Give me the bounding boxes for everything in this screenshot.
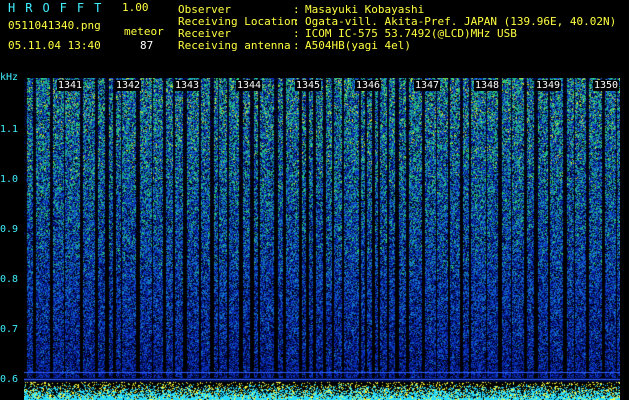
colon: :: [293, 39, 300, 52]
datetime-label: 05.11.04 13:40: [8, 39, 101, 52]
minute-label: 1343: [174, 80, 201, 91]
tick-label: 0.9: [0, 224, 19, 235]
tick-label: 1.0: [0, 174, 19, 185]
tick-label: 0.6: [0, 374, 19, 385]
minute-label: 1344: [236, 80, 263, 91]
mode-label: meteor: [124, 25, 164, 38]
spectrogram-panel: [24, 78, 620, 400]
spectrogram-image: [24, 78, 620, 400]
minute-label: 1347: [414, 80, 441, 91]
antenna-label: Receiving antenna: [178, 39, 291, 52]
meteor-count: 87: [140, 39, 154, 52]
filename-label: 0511041340.png: [8, 19, 101, 32]
minute-label: 1345: [295, 80, 322, 91]
app-title: HROFFT: [8, 1, 112, 15]
minute-label: 1349: [535, 80, 562, 91]
minute-label: 1341: [57, 80, 84, 91]
version-label: 1.00: [122, 1, 149, 14]
antenna-value: A504HB(yagi 4el): [305, 39, 411, 52]
tick-label: 1.1: [0, 124, 19, 135]
tick-label: 0.8: [0, 274, 19, 285]
minute-label: 1342: [115, 80, 142, 91]
minute-label: 1346: [355, 80, 382, 91]
frequency-axis: 1.1 1.0 0.9 0.8 0.7 0.6: [0, 70, 24, 400]
minute-label: 1350: [593, 80, 620, 91]
minute-label: 1348: [474, 80, 501, 91]
tick-label: 0.7: [0, 324, 19, 335]
